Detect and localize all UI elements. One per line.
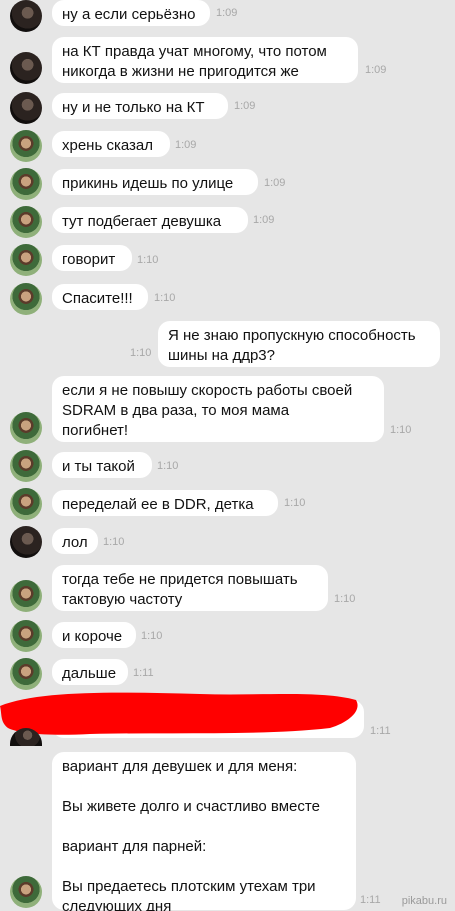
message-time: 1:09 xyxy=(264,177,286,189)
contact-avatar[interactable] xyxy=(10,130,42,162)
message-time: 1:11 xyxy=(133,667,154,679)
message-bubble: тогда тебе не придется повышать тактовую… xyxy=(52,565,328,611)
message-bubble: если я не повышу скорость работы своей S… xyxy=(52,376,384,442)
message-bubble: говорит xyxy=(52,245,132,271)
message-bubble: на КТ правда учат многому, что потом ник… xyxy=(52,37,358,83)
message-bubble: и ты такой xyxy=(52,452,152,478)
message-bubble: лол xyxy=(52,528,98,554)
redaction-scribble xyxy=(0,692,358,735)
message-time: 1:09 xyxy=(365,64,387,76)
message-bubble: переделай ее в DDR, детка xyxy=(52,490,278,516)
message-bubble: вариант для девушек и для меня: Вы живет… xyxy=(52,752,356,911)
message-time: 1:10 xyxy=(157,460,179,472)
message-bubble: Спасите!!! xyxy=(52,284,148,310)
message-time: 1:10 xyxy=(284,497,306,509)
contact-avatar[interactable] xyxy=(10,52,42,84)
contact-avatar[interactable] xyxy=(10,0,42,32)
watermark: pikabu.ru xyxy=(401,895,447,907)
message-bubble: ну а если серьёзно xyxy=(52,0,210,26)
message-time: 1:10 xyxy=(141,630,163,642)
message-bubble: тут подбегает девушка xyxy=(52,207,248,233)
message-bubble-outgoing: Я не знаю пропускную способность шины на… xyxy=(158,321,440,367)
message-time: 1:11 xyxy=(370,725,391,737)
contact-avatar[interactable] xyxy=(10,658,42,690)
contact-avatar[interactable] xyxy=(10,412,42,444)
message-bubble: и короче xyxy=(52,622,136,648)
message-time: 1:10 xyxy=(103,536,125,548)
contact-avatar[interactable] xyxy=(10,876,42,908)
message-time: 1:09 xyxy=(216,7,238,19)
contact-avatar[interactable] xyxy=(10,283,42,315)
contact-avatar[interactable] xyxy=(10,580,42,612)
contact-avatar[interactable] xyxy=(10,244,42,276)
contact-avatar[interactable] xyxy=(10,206,42,238)
contact-avatar[interactable] xyxy=(10,168,42,200)
message-bubble: хрень сказал xyxy=(52,131,170,157)
contact-avatar[interactable] xyxy=(10,92,42,124)
message-time: 1:10 xyxy=(154,292,176,304)
contact-avatar[interactable] xyxy=(10,526,42,558)
message-bubble: дальше xyxy=(52,659,128,685)
contact-avatar[interactable] xyxy=(10,620,42,652)
message-time: 1:09 xyxy=(253,214,275,226)
message-time: 1:09 xyxy=(234,100,256,112)
message-time: 1:10 xyxy=(334,593,356,605)
contact-avatar[interactable] xyxy=(10,450,42,482)
contact-avatar[interactable] xyxy=(10,488,42,520)
message-bubble: ну и не только на КТ xyxy=(52,93,228,119)
chat-thread[interactable]: ну а если серьёзно 1:09 на КТ правда уча… xyxy=(0,0,455,911)
message-time: 1:10 xyxy=(390,424,412,436)
message-time: 1:11 xyxy=(360,894,381,906)
message-time: 1:09 xyxy=(175,139,197,151)
message-bubble: прикинь идешь по улице xyxy=(52,169,258,195)
message-time: 1:10 xyxy=(130,347,152,359)
message-time: 1:10 xyxy=(137,254,159,266)
